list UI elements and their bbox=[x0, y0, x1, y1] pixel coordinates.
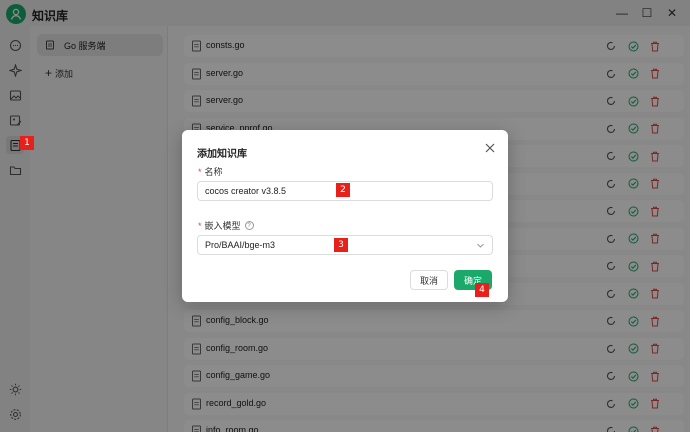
help-icon[interactable]: ? bbox=[244, 221, 254, 230]
add-knowledge-base-dialog: 添加知识库 * 名称 cocos creator v3.8.5 * 嵌入模型? Pr… bbox=[182, 130, 508, 302]
close-icon[interactable] bbox=[484, 142, 496, 154]
step-badge-1: 1 bbox=[20, 136, 34, 150]
cancel-button[interactable]: 取消 bbox=[410, 270, 448, 290]
name-label: * 名称 bbox=[198, 166, 223, 178]
chevron-down-icon bbox=[477, 243, 484, 248]
step-badge-2: 2 bbox=[336, 183, 350, 197]
model-label: * 嵌入模型? bbox=[198, 219, 254, 232]
step-badge-4: 4 bbox=[475, 283, 489, 297]
step-badge-3: 3 bbox=[334, 238, 348, 252]
dialog-title: 添加知识库 bbox=[197, 149, 247, 160]
